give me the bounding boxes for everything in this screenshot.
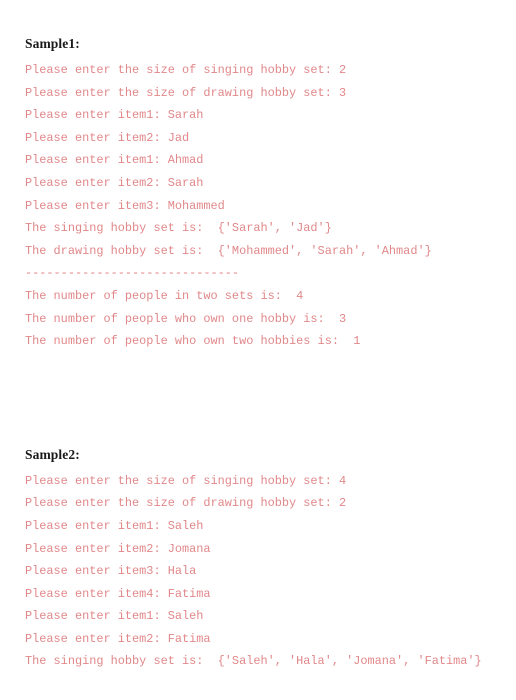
console-line: Please enter item1: Saleh — [25, 609, 204, 624]
console-line: Please enter item2: Sarah — [25, 175, 204, 190]
console-line: Please enter the size of drawing hobby s… — [25, 85, 347, 100]
console-output-1: Please enter the size of singing hobby s… — [25, 59, 506, 353]
console-line: The singing hobby set is: {'Sarah', 'Jad… — [25, 221, 332, 236]
console-line: Please enter item3: Mohammed — [25, 198, 225, 213]
console-divider-line: ------------------------------ — [25, 266, 240, 281]
sample-block-1: Sample1: Please enter the size of singin… — [25, 36, 506, 353]
console-line: Please enter item2: Fatima — [25, 631, 211, 646]
console-line: Please enter item2: Jad — [25, 130, 190, 145]
console-line: The number of people in two sets is: 4 — [25, 288, 304, 303]
console-line: The singing hobby set is: {'Saleh', 'Hal… — [25, 654, 482, 669]
console-line: The number of people who own two hobbies… — [25, 334, 361, 349]
document-page: Sample1: Please enter the size of singin… — [0, 0, 516, 700]
console-line: Please enter the size of singing hobby s… — [25, 63, 347, 77]
console-line: Please enter item1: Saleh — [25, 518, 204, 533]
sample-heading-1: Sample1: — [25, 36, 80, 51]
console-line: Please enter item2: Jomana — [25, 541, 211, 556]
console-output-2: Please enter the size of singing hobby s… — [25, 470, 506, 673]
console-line: Please enter the size of singing hobby s… — [25, 473, 347, 488]
console-line: The drawing hobby set is: {'Mohammed', '… — [25, 243, 432, 258]
console-line: Please enter item4: Fatima — [25, 586, 211, 601]
sample-block-2: Sample2: Please enter the size of singin… — [25, 447, 506, 673]
console-line: Please enter item3: Hala — [25, 564, 197, 579]
console-line: Please enter the size of drawing hobby s… — [25, 496, 347, 511]
sample-heading-2: Sample2: — [25, 446, 80, 462]
console-line: Please enter item1: Sarah — [25, 108, 204, 123]
console-line: The number of people who own one hobby i… — [25, 311, 347, 326]
console-line: Please enter item1: Ahmad — [25, 153, 204, 168]
